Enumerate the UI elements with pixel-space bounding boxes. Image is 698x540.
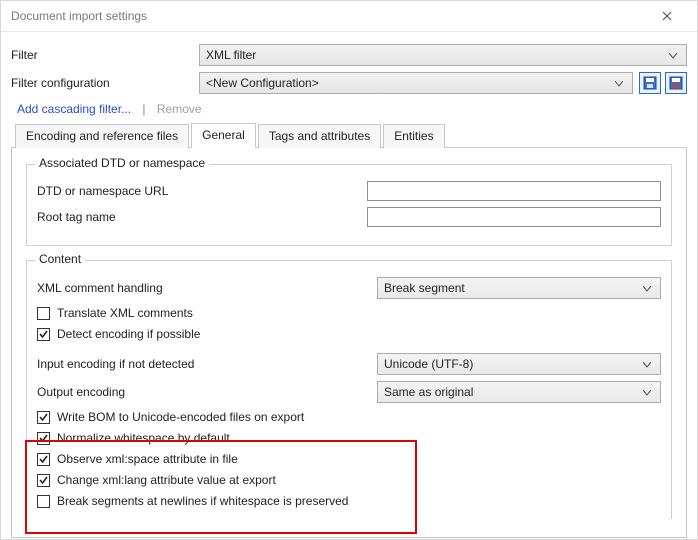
row-input-encoding: Input encoding if not detected Unicode (… bbox=[37, 353, 661, 375]
add-cascading-filter-link[interactable]: Add cascading filter... bbox=[17, 102, 131, 116]
window-title: Document import settings bbox=[11, 9, 647, 23]
chevron-down-icon bbox=[640, 281, 654, 295]
filter-config-row: Filter configuration <New Configuration> bbox=[11, 72, 687, 94]
xml-comment-handling-value: Break segment bbox=[384, 281, 640, 295]
write-bom-checkbox[interactable] bbox=[37, 411, 50, 424]
dtd-url-input[interactable] bbox=[367, 181, 661, 201]
close-button[interactable] bbox=[647, 1, 687, 31]
separator: | bbox=[142, 102, 145, 116]
root-tag-label: Root tag name bbox=[37, 210, 367, 224]
input-encoding-value: Unicode (UTF-8) bbox=[384, 357, 640, 371]
row-detect-encoding[interactable]: Detect encoding if possible bbox=[37, 327, 661, 341]
translate-comments-checkbox[interactable] bbox=[37, 307, 50, 320]
close-icon bbox=[662, 11, 672, 21]
output-encoding-value: Same as original bbox=[384, 385, 640, 399]
floppy-save-icon bbox=[643, 76, 657, 90]
row-dtd-url: DTD or namespace URL bbox=[37, 181, 661, 201]
filter-select[interactable]: XML filter bbox=[199, 44, 687, 66]
dtd-url-label: DTD or namespace URL bbox=[37, 184, 367, 198]
detect-encoding-checkbox[interactable] bbox=[37, 328, 50, 341]
legend-dtd: Associated DTD or namespace bbox=[35, 156, 209, 170]
translate-comments-label: Translate XML comments bbox=[57, 306, 193, 320]
row-break-newlines[interactable]: Break segments at newlines if whitespace… bbox=[37, 494, 661, 508]
xml-comment-handling-label: XML comment handling bbox=[37, 281, 377, 295]
row-root-tag: Root tag name bbox=[37, 207, 661, 227]
change-xmllang-label: Change xml:lang attribute value at expor… bbox=[57, 473, 276, 487]
remove-link: Remove bbox=[157, 102, 202, 116]
filter-row: Filter XML filter bbox=[11, 44, 687, 66]
tabpanel-general: Associated DTD or namespace DTD or names… bbox=[11, 148, 687, 538]
break-newlines-checkbox[interactable] bbox=[37, 495, 50, 508]
legend-content: Content bbox=[35, 252, 85, 266]
chevron-down-icon bbox=[612, 76, 626, 90]
row-write-bom[interactable]: Write BOM to Unicode-encoded files on ex… bbox=[37, 410, 661, 424]
tab-general[interactable]: General bbox=[191, 123, 256, 148]
write-bom-label: Write BOM to Unicode-encoded files on ex… bbox=[57, 410, 304, 424]
body: Filter XML filter Filter configuration <… bbox=[1, 32, 697, 538]
titlebar: Document import settings bbox=[1, 1, 697, 32]
input-encoding-select[interactable]: Unicode (UTF-8) bbox=[377, 353, 661, 375]
change-xmllang-checkbox[interactable] bbox=[37, 474, 50, 487]
xml-comment-handling-select[interactable]: Break segment bbox=[377, 277, 661, 299]
window: Document import settings Filter XML filt… bbox=[0, 0, 698, 540]
filter-value: XML filter bbox=[206, 48, 666, 62]
filter-config-value: <New Configuration> bbox=[206, 76, 612, 90]
fieldset-dtd: Associated DTD or namespace DTD or names… bbox=[26, 164, 672, 246]
chevron-down-icon bbox=[640, 385, 654, 399]
input-encoding-label: Input encoding if not detected bbox=[37, 357, 377, 371]
normalize-ws-checkbox[interactable] bbox=[37, 432, 50, 445]
floppy-delete-icon bbox=[669, 76, 683, 90]
tab-encoding[interactable]: Encoding and reference files bbox=[15, 124, 189, 148]
tab-entities[interactable]: Entities bbox=[383, 124, 444, 148]
row-change-xmllang[interactable]: Change xml:lang attribute value at expor… bbox=[37, 473, 661, 487]
fieldset-content: Content XML comment handling Break segme… bbox=[26, 260, 672, 519]
observe-xmlspace-checkbox[interactable] bbox=[37, 453, 50, 466]
row-observe-xmlspace[interactable]: Observe xml:space attribute in file bbox=[37, 452, 661, 466]
filter-config-label: Filter configuration bbox=[11, 76, 199, 90]
output-encoding-label: Output encoding bbox=[37, 385, 377, 399]
save-config-button[interactable] bbox=[639, 72, 661, 94]
row-output-encoding: Output encoding Same as original bbox=[37, 381, 661, 403]
break-newlines-label: Break segments at newlines if whitespace… bbox=[57, 494, 348, 508]
filter-config-select[interactable]: <New Configuration> bbox=[199, 72, 633, 94]
observe-xmlspace-label: Observe xml:space attribute in file bbox=[57, 452, 238, 466]
row-normalize-ws[interactable]: Normalize whitespace by default bbox=[37, 431, 661, 445]
root-tag-input[interactable] bbox=[367, 207, 661, 227]
detect-encoding-label: Detect encoding if possible bbox=[57, 327, 200, 341]
chevron-down-icon bbox=[666, 48, 680, 62]
row-xml-comment-handling: XML comment handling Break segment bbox=[37, 277, 661, 299]
filter-label: Filter bbox=[11, 48, 199, 62]
config-buttons bbox=[639, 72, 687, 94]
tab-tags[interactable]: Tags and attributes bbox=[258, 124, 381, 148]
normalize-ws-label: Normalize whitespace by default bbox=[57, 431, 230, 445]
row-translate-comments[interactable]: Translate XML comments bbox=[37, 306, 661, 320]
chevron-down-icon bbox=[640, 357, 654, 371]
delete-config-button[interactable] bbox=[665, 72, 687, 94]
tabs: Encoding and reference files General Tag… bbox=[11, 122, 687, 148]
link-row: Add cascading filter... | Remove bbox=[17, 102, 687, 116]
output-encoding-select[interactable]: Same as original bbox=[377, 381, 661, 403]
